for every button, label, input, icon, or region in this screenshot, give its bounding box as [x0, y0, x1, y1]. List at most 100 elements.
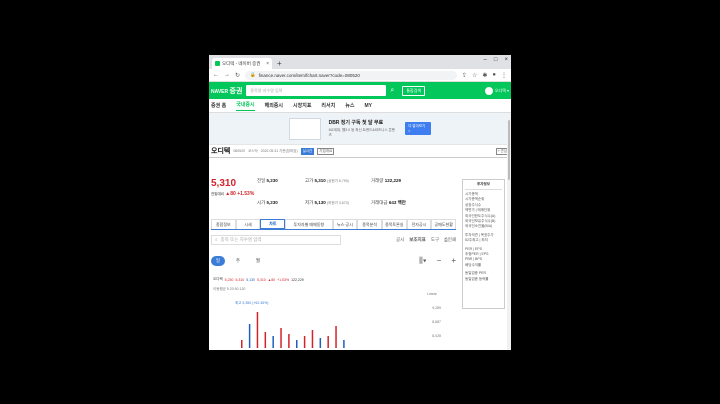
reload-icon[interactable]: ↻ — [235, 72, 240, 79]
zoom-in-button[interactable]: + — [451, 256, 456, 266]
chart-bar — [311, 330, 314, 348]
period-monthly[interactable]: 월 — [251, 256, 265, 266]
search-icon[interactable]: ⌕ — [390, 87, 394, 95]
url-field[interactable]: 🔒 finance.naver.com/item/fchart.naver?co… — [245, 70, 457, 80]
chart-legend: 오디텍 5,230 5,310 5,130 5,310 ▲80 +1.53% 1… — [213, 277, 453, 282]
tab-investor[interactable]: 투자자별 매매동향 — [285, 219, 333, 229]
extensions-icon[interactable]: ✱ — [482, 72, 487, 79]
trade-amount: 거래대금 643 백만 — [371, 199, 406, 205]
company-overview-tag[interactable]: 기업개요 — [317, 147, 335, 155]
naver-favicon-icon — [215, 61, 220, 66]
scrollbar-thumb[interactable] — [508, 120, 510, 180]
zoom-out-button[interactable]: − — [437, 256, 442, 266]
stock-name: 오디텍 — [211, 148, 231, 155]
scale-selector[interactable]: Linear — [427, 292, 437, 296]
banner-subtitle: MZ세대, 웹3.0 등 최신 트렌드&비즈니스 콘텐츠 — [328, 128, 395, 137]
chart-bar — [241, 340, 243, 348]
nav-domestic[interactable]: 국내증시 — [236, 101, 255, 111]
nav-market-index[interactable]: 시장지표 — [293, 102, 311, 109]
y-tick-label: 9,289 — [432, 306, 441, 310]
address-bar-row: ← → ↻ 🔒 finance.naver.com/item/fchart.na… — [209, 69, 511, 82]
forward-icon[interactable]: → — [224, 72, 230, 78]
integrated-search-button[interactable]: 통합검색 — [402, 85, 426, 96]
tab-overview[interactable]: 종합정보 — [211, 219, 236, 229]
ad-banner[interactable]: DBR 정기 구독 첫 달 무료 MZ세대, 웹3.0 등 최신 트렌드&비즈니… — [209, 113, 511, 145]
browser-tabbar: 오디텍 - 네이버 증권 × + – □ × — [209, 55, 511, 69]
main-nav: 증권 홈 국내증시 해외증시 시장지표 리서치 뉴스 MY — [209, 99, 511, 113]
tab-analysis[interactable]: 종목분석 — [357, 219, 382, 229]
high-annotation: 최고 9,350 (+62.45%) — [235, 301, 269, 305]
price-chart[interactable]: 최고 9,350 (+62.45%) 9,289 8,687 8,028 — [213, 300, 453, 350]
chart-bar — [335, 326, 337, 348]
tab-disclosure[interactable]: 전자공시 — [406, 219, 432, 229]
y-tick-label: 8,687 — [432, 320, 441, 324]
chart-bar — [288, 334, 290, 348]
realtime-tag[interactable]: 실시간 — [300, 147, 315, 155]
candle-type-icon[interactable]: ⫼▾ — [419, 256, 427, 266]
period-weekly[interactable]: 주 — [231, 256, 245, 266]
browser-tab[interactable]: 오디텍 - 네이버 증권 × — [212, 58, 272, 69]
menu-kebab-icon[interactable]: ⋮ — [501, 72, 507, 79]
print-button[interactable]: ⎙인쇄 — [444, 237, 456, 243]
nav-finance-home[interactable]: 증권 홈 — [211, 102, 226, 109]
chart-bar — [280, 328, 282, 348]
period-row: 일 주 월 ⫼▾ − + — [211, 253, 456, 268]
nav-research[interactable]: 리서치 — [321, 102, 335, 109]
panel-title: 투자정보 — [465, 182, 502, 190]
nav-overseas[interactable]: 해외증시 — [265, 102, 283, 109]
legend-close: 5,310 — [256, 277, 266, 282]
share-icon[interactable]: ⇪ — [462, 72, 467, 79]
user-menu[interactable]: 오디텍 ▾ — [484, 86, 509, 95]
period-daily[interactable]: 일 — [211, 255, 225, 266]
tab-title: 오디텍 - 네이버 증권 — [222, 60, 261, 66]
tab-price[interactable]: 시세 — [235, 219, 261, 229]
minimize-icon[interactable]: – — [484, 57, 487, 63]
nav-my[interactable]: MY — [364, 103, 372, 109]
investment-info-panel: 투자정보 시가총액 시가총액순위 상장주식수 액면가 | 매매단위 외국인한도주… — [462, 179, 505, 309]
stock-search-input[interactable]: 종목명·지수명 입력 — [246, 85, 387, 96]
back-icon[interactable]: ← — [213, 72, 219, 78]
banner-button[interactable]: 더 알아보기 > — [405, 122, 432, 135]
high-price: 고가 5,310 (상한가 6,790) — [305, 178, 349, 183]
tools-button[interactable]: 도구 — [431, 237, 439, 243]
new-tab-button[interactable]: + — [277, 59, 282, 68]
quote-grid: 전일 5,230 고가 5,310 (상한가 6,790) 거래량 122,22… — [257, 174, 431, 212]
tab-close-icon[interactable]: × — [266, 61, 269, 67]
price-block: 5,310 전일대비 ▲80 +1.53% — [209, 174, 257, 212]
current-price: 5,310 — [211, 178, 237, 189]
tab-discussion[interactable]: 종목토론실 — [381, 219, 407, 229]
chart-search-input[interactable]: ⌕ 종목 또는 지수명 입력 — [211, 234, 341, 245]
indicator-button[interactable]: 보조지표 — [409, 237, 426, 243]
chart-bar — [303, 336, 306, 348]
stock-code: 080520 — [233, 149, 246, 153]
disclosure-button[interactable]: 공시 — [396, 237, 404, 243]
maximize-icon[interactable]: □ — [494, 57, 498, 63]
prev-close: 전일 5,230 — [257, 178, 278, 183]
tab-chart[interactable]: 차트 — [260, 219, 286, 229]
legend-pct: +1.53% — [277, 277, 290, 282]
service-name: 증권 — [229, 87, 243, 95]
bookmark-star-icon[interactable]: ☆ — [472, 72, 477, 79]
naver-logo[interactable]: NAVER 증권 — [211, 86, 242, 96]
profile-icon[interactable]: ● — [492, 72, 496, 78]
chart-bar — [343, 340, 345, 348]
chart-bar — [256, 312, 259, 348]
banner-image — [289, 117, 321, 140]
page-scrollbar[interactable] — [507, 116, 511, 350]
tab-news[interactable]: 뉴스·공시 — [332, 219, 358, 229]
close-window-icon[interactable]: × — [504, 57, 508, 63]
chart-controls: ⫼▾ − + — [419, 256, 456, 266]
change-amount: ▲80 — [225, 191, 236, 197]
open-price: 시가 5,230 — [257, 199, 278, 205]
url-text: finance.naver.com/item/fchart.naver?code… — [258, 72, 360, 78]
chart-bar — [272, 336, 274, 348]
legend-name: 오디텍 — [213, 277, 223, 281]
tab-short-selling[interactable]: 공매도현황 — [431, 219, 457, 229]
stock-date: 2022.05.31 기준(장마감) — [260, 148, 298, 153]
nav-news[interactable]: 뉴스 — [345, 102, 354, 109]
prev-label: 전일대비 — [211, 192, 224, 196]
stock-header: 오디텍 080520 코스닥 2022.05.31 기준(장마감) 실시간 기업… — [209, 145, 511, 158]
chart-canvas — [241, 312, 345, 348]
browser-window: 오디텍 - 네이버 증권 × + – □ × ← → ↻ 🔒 finance.n… — [209, 55, 511, 350]
legend-low: 5,130 — [246, 277, 255, 282]
